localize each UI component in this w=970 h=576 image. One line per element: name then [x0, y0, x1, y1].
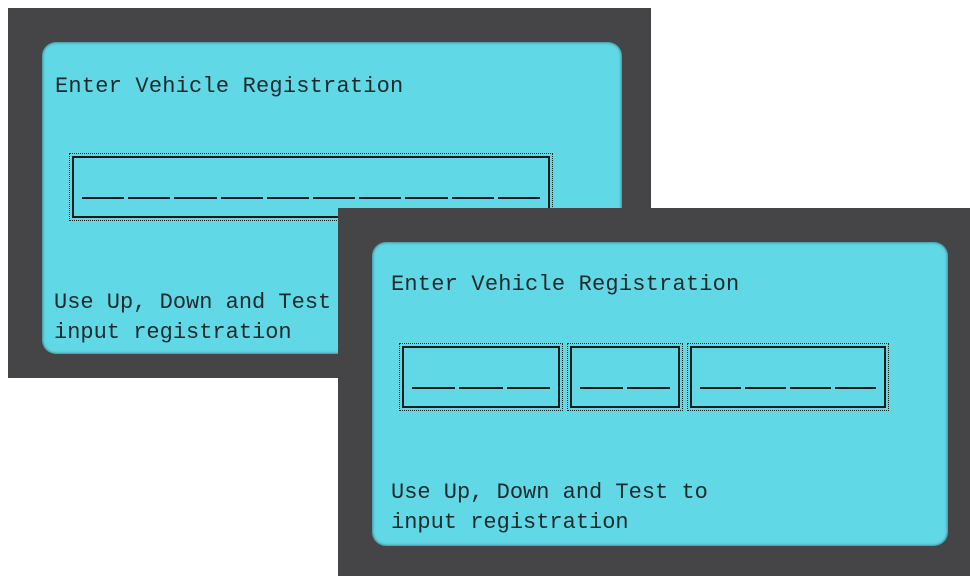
- character-slot: [790, 387, 831, 389]
- character-placeholders: [412, 387, 550, 390]
- character-slot: [174, 197, 217, 199]
- character-slot: [459, 387, 503, 389]
- character-placeholders: [700, 387, 876, 390]
- character-slot: [405, 197, 448, 199]
- character-slot: [128, 197, 171, 199]
- character-slot: [313, 197, 356, 199]
- screen-title: Enter Vehicle Registration: [55, 74, 404, 99]
- character-slot: [82, 197, 125, 199]
- character-slot: [359, 197, 402, 199]
- character-slot: [835, 387, 876, 389]
- registration-segment-2[interactable]: [567, 343, 683, 411]
- character-placeholders: [82, 197, 541, 200]
- instruction-line-1: Use Up, Down and Test to: [54, 290, 371, 315]
- character-slot: [506, 387, 550, 389]
- character-slot: [220, 197, 263, 199]
- registration-segment-3[interactable]: [687, 343, 889, 411]
- character-slot: [266, 197, 310, 199]
- character-placeholders: [580, 387, 670, 390]
- instruction-line-2: input registration: [391, 510, 629, 535]
- instruction-text: Use Up, Down and Test to input registrat…: [391, 478, 708, 538]
- lcd-screen-front: Enter Vehicle Registration Use Up, Down …: [372, 242, 948, 546]
- device-front: Enter Vehicle Registration Use Up, Down …: [338, 208, 970, 576]
- instruction-line-1: Use Up, Down and Test to: [391, 480, 708, 505]
- character-slot: [700, 387, 741, 389]
- registration-segment-1[interactable]: [399, 343, 563, 411]
- character-slot: [451, 197, 494, 199]
- character-slot: [627, 387, 670, 389]
- character-slot: [580, 387, 623, 389]
- character-slot: [497, 197, 541, 199]
- character-slot: [745, 387, 786, 389]
- screen-title: Enter Vehicle Registration: [391, 272, 740, 297]
- character-slot: [412, 387, 456, 389]
- instruction-line-2: input registration: [54, 320, 292, 345]
- instruction-text: Use Up, Down and Test to input registrat…: [54, 288, 371, 348]
